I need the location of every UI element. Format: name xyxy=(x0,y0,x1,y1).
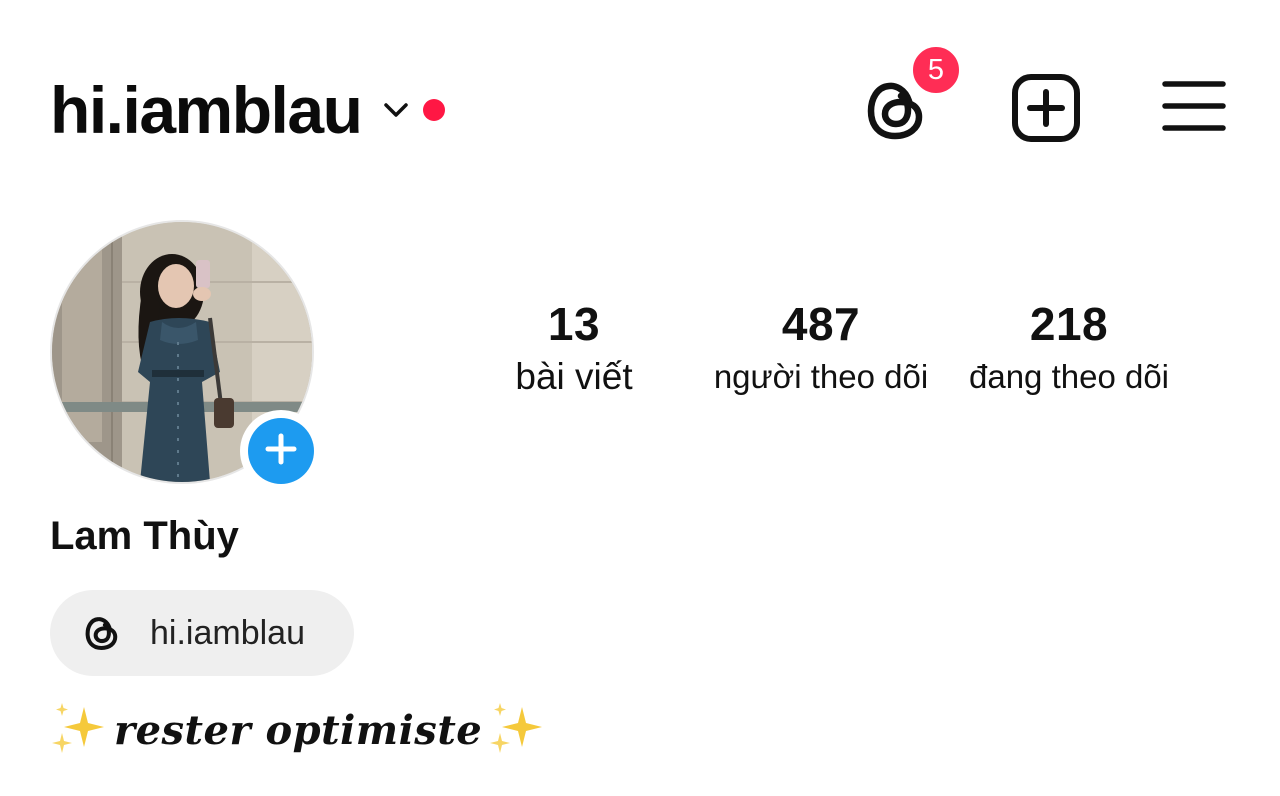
plus-icon xyxy=(264,432,298,471)
account-switcher[interactable]: hi.iamblau xyxy=(50,70,446,150)
threads-profile-link[interactable]: hi.iamblau xyxy=(50,590,354,676)
bio: rester optimiste xyxy=(50,700,546,760)
posts-count: 13 xyxy=(547,298,601,350)
sparkles-icon xyxy=(50,699,108,762)
add-story-button[interactable] xyxy=(240,410,322,492)
followers-stat[interactable]: 487 người theo dõi xyxy=(705,296,937,402)
followers-count: 487 xyxy=(781,298,861,350)
sparkles-icon xyxy=(488,699,546,762)
following-label: đang theo dõi xyxy=(968,358,1169,395)
posts-stat[interactable]: 13 bài viết xyxy=(494,296,654,402)
chevron-down-icon xyxy=(381,95,411,125)
unread-dot xyxy=(423,99,446,121)
threads-handle: hi.iamblau xyxy=(150,613,305,652)
profile-header: hi.iamblau 5 xyxy=(0,0,1280,190)
add-square-icon xyxy=(1011,73,1081,148)
hamburger-menu-icon xyxy=(1162,78,1226,139)
threads-icon xyxy=(82,613,122,653)
bio-text: rester optimiste xyxy=(114,706,483,754)
menu-button[interactable] xyxy=(1158,76,1230,140)
following-stat[interactable]: 218 đang theo dõi xyxy=(953,296,1185,402)
posts-label: bài viết xyxy=(515,356,633,397)
username: hi.iamblau xyxy=(50,73,363,147)
add-story-badge xyxy=(248,418,314,484)
display-name: Lam Thùy xyxy=(50,514,239,558)
followers-label: người theo dõi xyxy=(713,358,929,395)
notification-badge: 5 xyxy=(908,42,964,98)
following-count: 218 xyxy=(1029,298,1109,350)
create-post-button[interactable] xyxy=(1008,72,1084,148)
